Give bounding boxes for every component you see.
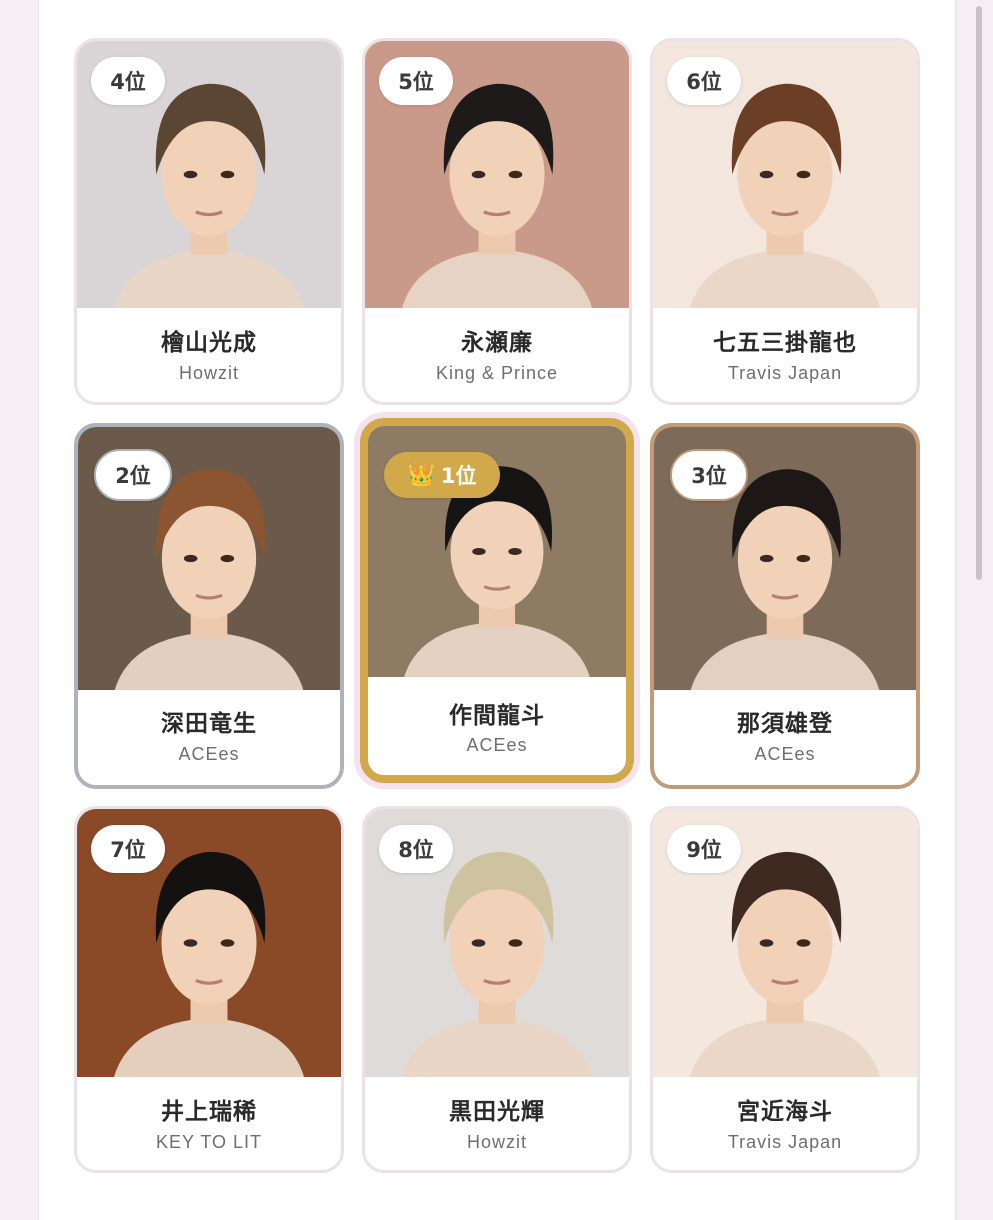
- member-name: 永瀬廉: [461, 330, 533, 356]
- rank-badge: 8位: [379, 825, 453, 873]
- crown-icon: 👑: [407, 462, 435, 488]
- rank-card[interactable]: 3位 那須雄登 ACEes: [650, 423, 920, 789]
- rank-card[interactable]: 8位 黒田光輝 Howzit: [362, 806, 632, 1173]
- member-name: 那須雄登: [737, 711, 833, 737]
- rank-card[interactable]: 9位 宮近海斗 Travis Japan: [650, 806, 920, 1173]
- member-name: 七五三掛龍也: [713, 330, 857, 356]
- rank-badge: 5位: [379, 57, 453, 105]
- member-group: ACEes: [178, 744, 240, 764]
- member-group: ACEes: [754, 744, 816, 764]
- rank-badge: 3位: [670, 449, 748, 501]
- member-name: 檜山光成: [161, 330, 257, 356]
- rank-badge: 7位: [91, 825, 165, 873]
- rank-badge: 2位: [94, 449, 172, 501]
- scrollbar[interactable]: [974, 0, 984, 1200]
- rank-badge: 6位: [667, 57, 741, 105]
- member-name: 深田竜生: [161, 711, 257, 737]
- rank-badge: 👑 1位: [384, 452, 500, 498]
- member-group: Howzit: [178, 363, 239, 383]
- rank-card[interactable]: 7位 井上瑞稀 KEY TO LIT: [74, 806, 344, 1173]
- rank-badge: 9位: [667, 825, 741, 873]
- rank-badge: 4位: [91, 57, 165, 105]
- member-name: 黒田光輝: [449, 1099, 545, 1125]
- member-name: 宮近海斗: [737, 1099, 833, 1125]
- member-name: 井上瑞稀: [161, 1099, 257, 1125]
- member-group: Travis Japan: [727, 363, 843, 383]
- member-name: 作間龍斗: [449, 703, 545, 729]
- rank-card[interactable]: 2位 深田竜生 ACEes: [74, 423, 344, 789]
- member-group: Travis Japan: [727, 1132, 843, 1152]
- scrollbar-thumb[interactable]: [976, 6, 982, 580]
- member-group: King & Prince: [435, 363, 559, 383]
- member-group: ACEes: [466, 735, 528, 755]
- rank-card[interactable]: 4位 檜山光成 Howzit: [74, 38, 344, 405]
- rank-card-first[interactable]: 👑 1位 作間龍斗 ACEes: [360, 418, 634, 783]
- member-group: KEY TO LIT: [155, 1132, 263, 1152]
- member-group: Howzit: [466, 1132, 527, 1152]
- rank-card[interactable]: 5位 永瀬廉 King & Prince: [362, 38, 632, 405]
- rank-card[interactable]: 6位 七五三掛龍也 Travis Japan: [650, 38, 920, 405]
